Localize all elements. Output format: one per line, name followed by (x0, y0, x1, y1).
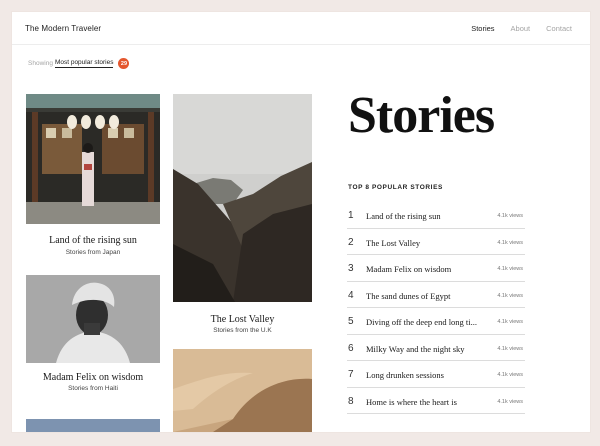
list-item[interactable]: 7 Long drunken sessions 4.1k views (347, 361, 525, 388)
story-card-haiti[interactable]: Madam Felix on wisdom Stories from Haiti (26, 275, 160, 405)
sky-photo (26, 419, 160, 432)
card-title[interactable]: Madam Felix on wisdom (26, 372, 160, 383)
list-item[interactable]: 4 The sand dunes of Egypt 4.1k views (347, 282, 525, 308)
brand-logo[interactable]: The Modern Traveler (25, 24, 101, 33)
rank: 2 (348, 236, 354, 248)
popular-stories-list: 1 Land of the rising sun 4.1k views 2 Th… (347, 202, 525, 414)
filter-prefix: Showing (28, 60, 53, 67)
valley-photo (173, 94, 312, 302)
view-count: 4.1k views (497, 398, 523, 405)
story-card-egypt[interactable] (173, 349, 312, 432)
view-count: 4.1k views (497, 345, 523, 352)
rank: 8 (348, 395, 354, 407)
story-card-japan[interactable]: Land of the rising sun Stories from Japa… (26, 94, 160, 264)
nav-contact[interactable]: Contact (546, 24, 572, 33)
nav-about[interactable]: About (511, 24, 531, 33)
japan-photo (26, 94, 160, 224)
view-count: 4.1k views (497, 372, 523, 378)
rank: 4 (348, 289, 354, 301)
story-title[interactable]: Milky Way and the night sky (366, 344, 488, 354)
story-title[interactable]: Diving off the deep end long ti... (366, 317, 488, 327)
story-title[interactable]: Madam Felix on wisdom (366, 264, 488, 274)
view-count: 4.1k views (497, 239, 523, 246)
rank: 5 (348, 316, 354, 327)
list-item[interactable]: 8 Home is where the heart is 4.1k views (347, 388, 525, 414)
story-card-uk[interactable]: The Lost Valley Stories from the U.K (173, 94, 312, 339)
story-card-partial[interactable] (26, 419, 160, 432)
view-count: 4.1k views (497, 213, 523, 219)
card-title[interactable]: Land of the rising sun (26, 235, 160, 246)
list-item[interactable]: 3 Madam Felix on wisdom 4.1k views (347, 255, 525, 282)
view-count: 4.1k views (497, 319, 523, 325)
view-count: 4.1k views (497, 292, 523, 299)
nav-stories[interactable]: Stories (471, 24, 494, 33)
story-title[interactable]: The Lost Valley (366, 238, 488, 248)
list-item[interactable]: 5 Diving off the deep end long ti... 4.1… (347, 308, 525, 335)
story-title[interactable]: Long drunken sessions (366, 370, 488, 380)
page: The Modern Traveler Stories About Contac… (12, 12, 590, 432)
list-item[interactable]: 6 Milky Way and the night sky 4.1k views (347, 335, 525, 361)
story-title[interactable]: Land of the rising sun (366, 211, 488, 221)
count-badge: 29 (118, 58, 130, 69)
list-item[interactable]: 1 Land of the rising sun 4.1k views (347, 202, 525, 229)
card-subtitle: Stories from Japan (65, 249, 121, 256)
site-header: The Modern Traveler Stories About Contac… (12, 12, 590, 45)
rank: 7 (348, 369, 354, 380)
filter-dropdown[interactable]: Most popular stories (54, 59, 114, 68)
list-item[interactable]: 2 The Lost Valley 4.1k views (347, 229, 525, 255)
dunes-photo (173, 349, 312, 432)
rank: 6 (348, 342, 354, 354)
story-title[interactable]: Home is where the heart is (366, 397, 488, 407)
story-title[interactable]: The sand dunes of Egypt (366, 291, 488, 301)
portrait-photo (26, 275, 160, 363)
page-title: Stories (348, 87, 495, 144)
list-heading: TOP 8 POPULAR STORIES (348, 184, 443, 191)
card-subtitle: Stories from the U.K (213, 327, 272, 334)
story-filter: Showing Most popular stories 29 (28, 58, 130, 69)
main-nav: Stories About Contact (471, 24, 572, 33)
card-title[interactable]: The Lost Valley (173, 314, 312, 325)
view-count: 4.1k views (497, 266, 523, 272)
rank: 3 (348, 263, 354, 274)
card-subtitle: Stories from Haiti (68, 385, 118, 392)
rank: 1 (348, 210, 354, 221)
